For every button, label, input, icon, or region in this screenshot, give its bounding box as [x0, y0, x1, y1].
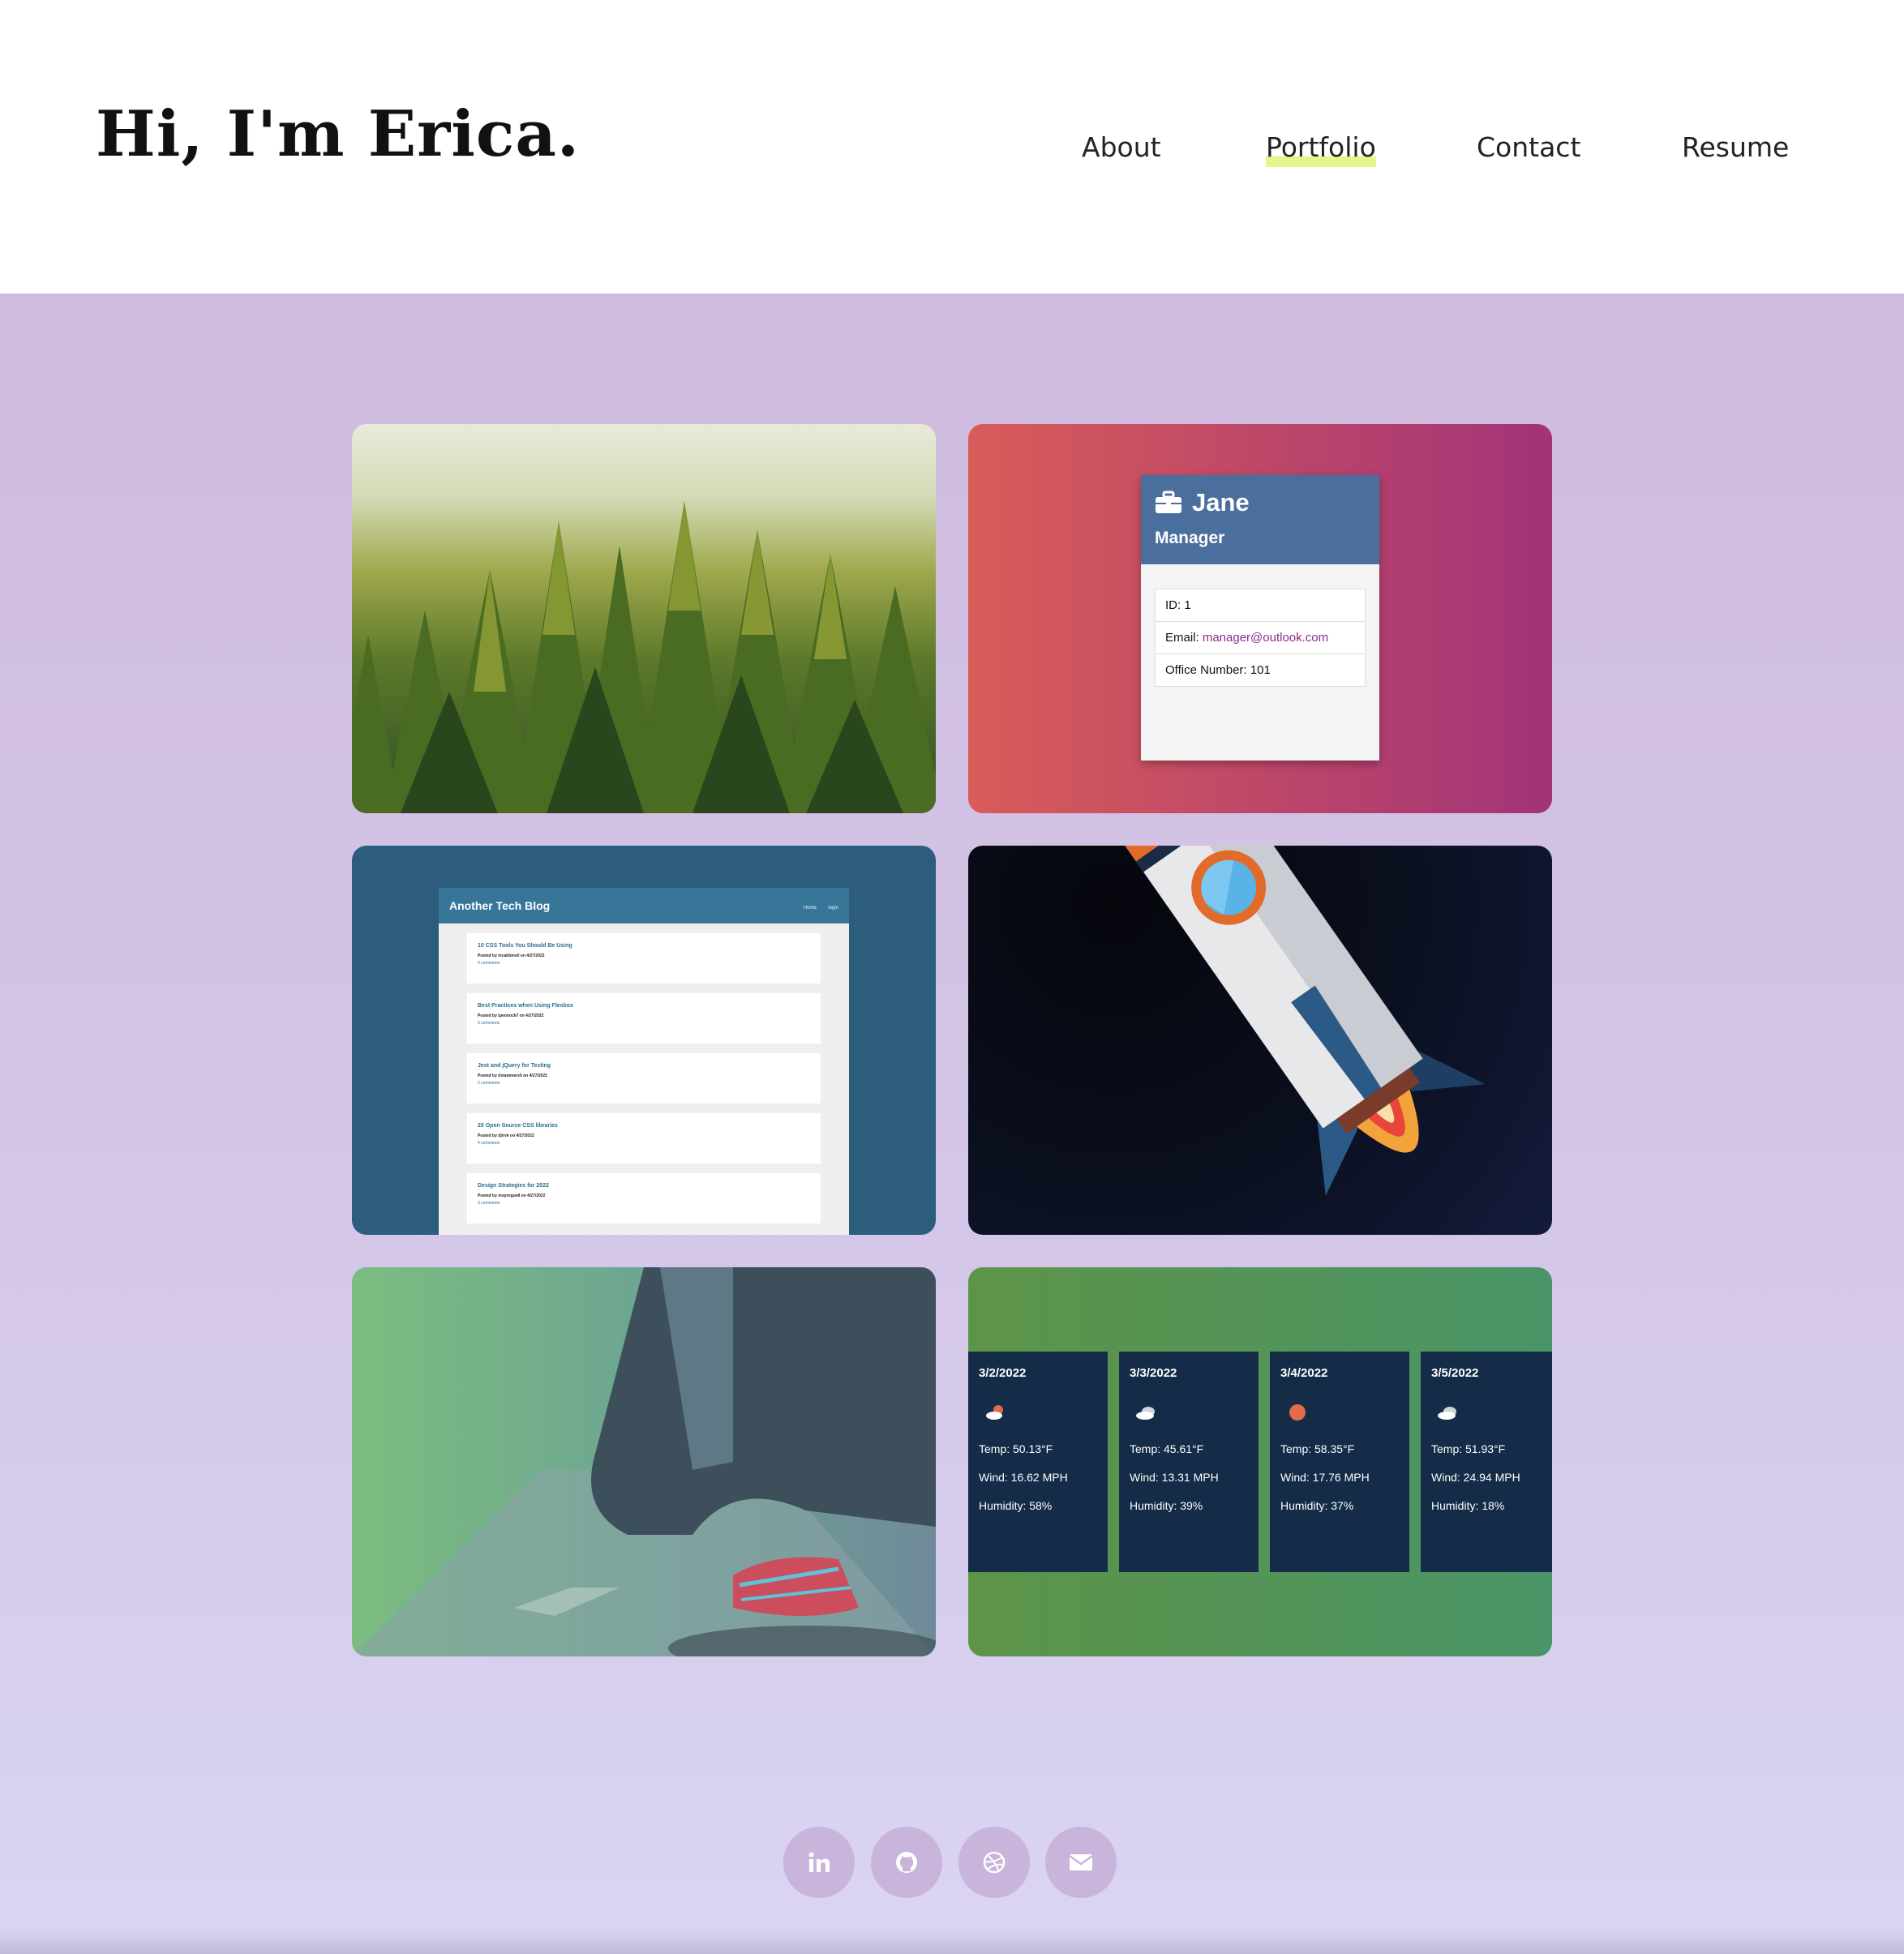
post-title: Jest and jQuery for Testing	[478, 1063, 551, 1069]
post-comments: 4 comments	[478, 961, 500, 966]
forecast-wind: Wind: 17.76 MPH	[1280, 1471, 1370, 1484]
post-meta: Posted by djirvk on 4/27/2022	[478, 1133, 534, 1138]
blog-title: Another Tech Blog	[449, 899, 551, 912]
project-card-fitness[interactable]	[352, 1267, 936, 1656]
forecast-temp: Temp: 51.93°F	[1431, 1442, 1506, 1455]
post-comments: 4 comments	[478, 1141, 500, 1146]
linkedin-icon	[808, 1852, 830, 1872]
github-link[interactable]	[871, 1827, 942, 1898]
forecast-day: 3/5/2022 Temp: 51.93°F Wind: 24.94 MPH H…	[1421, 1352, 1552, 1572]
post-meta: Posted by dstammers5 on 4/27/2022	[478, 1073, 547, 1078]
post-meta: Posted by msprogue8 on 4/27/2022	[478, 1193, 546, 1198]
rocket-illustration	[1109, 846, 1486, 1196]
employee-name: Jane	[1192, 488, 1250, 516]
site-header: Hi, I'm Erica. About Portfolio Contact R…	[0, 0, 1904, 294]
forecast-temp: Temp: 45.61°F	[1130, 1442, 1204, 1455]
forecast-date: 3/3/2022	[1130, 1366, 1177, 1380]
email-icon	[1069, 1854, 1093, 1870]
partly-cloudy-icon	[986, 1405, 1003, 1420]
runner-image	[352, 1267, 936, 1656]
employee-role: Manager	[1155, 529, 1225, 547]
project-card-tech-blog[interactable]: Another Tech Blog Home login 10 CSS Tool…	[352, 846, 936, 1235]
employee-id: ID: 1	[1156, 589, 1365, 622]
email-link[interactable]	[1045, 1827, 1117, 1898]
post-comments: 3 comments	[478, 1201, 500, 1206]
employee-email-label: Email:	[1165, 631, 1203, 645]
briefcase-icon	[1156, 491, 1181, 513]
blog-post: Jest and jQuery for Testing Posted by ds…	[467, 1053, 821, 1103]
site-title: Hi, I'm Erica.	[96, 97, 581, 171]
forecast-humidity: Humidity: 37%	[1280, 1499, 1354, 1512]
forecast-date: 3/5/2022	[1431, 1366, 1479, 1380]
employee-email-link[interactable]: manager@outlook.com	[1203, 631, 1328, 645]
blog-nav: Home login	[795, 898, 838, 913]
blog-nav-home: Home	[803, 906, 817, 911]
post-title: 20 Open Source CSS libraries	[478, 1123, 558, 1129]
forecast-wind: Wind: 24.94 MPH	[1431, 1471, 1520, 1484]
blog-navbar: Another Tech Blog Home login	[439, 888, 849, 923]
forecast-humidity: Humidity: 18%	[1431, 1499, 1505, 1512]
blog-screenshot: Another Tech Blog Home login 10 CSS Tool…	[439, 888, 849, 1235]
blog-post: Design Strategies for 2022 Posted by msp…	[467, 1173, 821, 1223]
post-comments: 2 comments	[478, 1081, 500, 1086]
blog-post: 20 Open Source CSS libraries Posted by d…	[467, 1113, 821, 1163]
post-comments: 3 comments	[478, 1021, 500, 1026]
project-card-forest[interactable]	[352, 424, 936, 813]
project-card-rocket[interactable]	[968, 846, 1552, 1235]
forecast-date: 3/2/2022	[979, 1366, 1027, 1380]
forecast-wind: Wind: 13.31 MPH	[1130, 1471, 1219, 1484]
forecast-date: 3/4/2022	[1280, 1366, 1328, 1380]
employee-office: Office Number: 101	[1165, 663, 1271, 677]
cloud-icon	[1438, 1407, 1456, 1420]
forecast-wind: Wind: 16.62 MPH	[979, 1471, 1068, 1484]
portfolio-section: Jane Manager ID: 1 Email: manager@outloo…	[0, 294, 1904, 1954]
blog-post: Best Practices when Using Flexbox Posted…	[467, 993, 821, 1043]
nav-about[interactable]: About	[1082, 128, 1161, 167]
employee-card-header: Jane Manager	[1141, 475, 1379, 564]
sun-icon	[1289, 1404, 1306, 1421]
post-title: Best Practices when Using Flexbox	[478, 1003, 573, 1009]
employee-card: Jane Manager ID: 1 Email: manager@outloo…	[1141, 475, 1379, 761]
forecast-day: 3/3/2022 Temp: 45.61°F Wind: 13.31 MPH H…	[1119, 1352, 1259, 1572]
forest-image	[352, 501, 936, 813]
blog-nav-login: login	[828, 906, 838, 911]
post-title: Design Strategies for 2022	[478, 1183, 549, 1189]
project-card-weather[interactable]: 3/2/2022 Temp: 50.13°F Wind: 16.62 MPH H…	[968, 1267, 1552, 1656]
linkedin-link[interactable]	[783, 1827, 855, 1898]
project-card-team-profile[interactable]: Jane Manager ID: 1 Email: manager@outloo…	[968, 424, 1552, 813]
dribbble-icon	[983, 1851, 1006, 1874]
nav-resume[interactable]: Resume	[1682, 128, 1789, 167]
forecast-humidity: Humidity: 39%	[1130, 1499, 1203, 1512]
forecast-humidity: Humidity: 58%	[979, 1499, 1053, 1512]
nav-portfolio[interactable]: Portfolio	[1266, 128, 1376, 167]
cloud-icon	[1136, 1407, 1155, 1420]
employee-name-row: Jane	[1155, 488, 1366, 517]
post-meta: Posted by mcabbins0 on 4/27/2022	[478, 953, 545, 958]
github-icon	[896, 1852, 917, 1873]
nav-contact[interactable]: Contact	[1477, 128, 1580, 167]
post-meta: Posted by tpennock7 on 4/27/2022	[478, 1013, 544, 1018]
forecast-temp: Temp: 58.35°F	[1280, 1442, 1355, 1455]
forecast-temp: Temp: 50.13°F	[979, 1442, 1053, 1455]
employee-details: ID: 1 Email: manager@outlook.com Office …	[1155, 589, 1366, 687]
blog-post: 10 CSS Tools You Should Be Using Posted …	[467, 933, 821, 983]
post-title: 10 CSS Tools You Should Be Using	[478, 943, 572, 949]
bottom-shadow	[0, 1930, 1904, 1954]
employee-email-row: Email: manager@outlook.com	[1156, 622, 1365, 654]
forecast-day: 3/2/2022 Temp: 50.13°F Wind: 16.62 MPH H…	[968, 1352, 1108, 1572]
forecast-day: 3/4/2022 Temp: 58.35°F Wind: 17.76 MPH H…	[1270, 1352, 1409, 1572]
dribbble-link[interactable]	[958, 1827, 1030, 1898]
